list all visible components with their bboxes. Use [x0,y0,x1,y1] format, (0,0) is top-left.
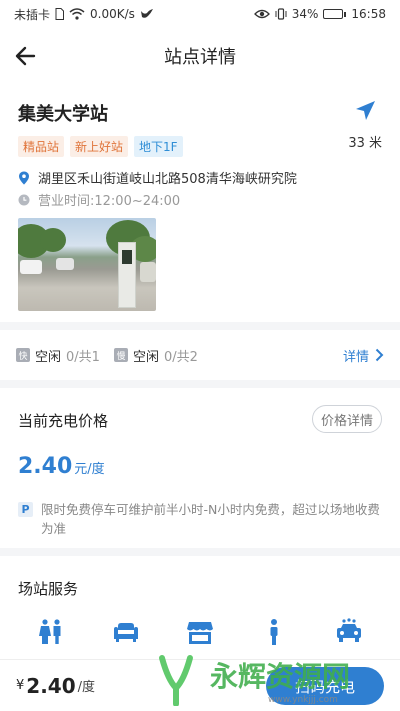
restroom-icon[interactable] [37,618,65,646]
station-tags: 精品站 新上好站 地下1F [18,136,183,157]
slow-charger-state: 空闲 [132,349,159,365]
network-speed: 0.00K/s [90,7,135,21]
sim-card-icon [55,8,65,20]
charger-detail-label: 详情 [342,349,369,365]
station-info-card: 集美大学站 33 米 精品站 新上好站 地下1F 湖里区禾山街道岐山北路508清… [0,84,400,322]
navigate-icon[interactable] [352,98,378,124]
car-wash-icon[interactable] [335,618,363,646]
fast-charger-state: 空闲 [35,349,62,365]
page-title: 站点详情 [164,47,236,68]
fast-charger-count: 0/共1 [66,349,100,365]
business-hours: 营业时间:12:00~24:00 [38,194,181,209]
services-card: 场站服务 [0,556,400,659]
price-value: 2.40 [18,454,73,479]
bottom-price-unit: /度 [77,680,96,695]
carrier-label: 未插卡 [14,7,51,22]
bird-notification-icon [140,9,153,18]
fast-charger-status: 快 空闲 0/共1 [16,346,100,365]
price-unit: 元/度 [74,462,105,477]
eye-icon [253,9,270,19]
fast-charge-badge: 快 [16,348,30,362]
battery-percent: 34% [291,7,319,21]
services-title: 场站服务 [18,580,79,598]
bottom-currency: ¥ [16,678,25,693]
hours-row: 营业时间:12:00~24:00 [18,190,180,209]
tag-floor: 地下1F [134,136,183,157]
wifi-icon [69,8,85,20]
station-photo[interactable] [18,218,156,311]
parking-note-text: 限时免费停车可维护前半小时-N小时内免费，超过以场地收费为准 [41,502,380,536]
battery-icon [323,9,347,19]
back-arrow-icon[interactable] [12,42,40,70]
clock-icon [18,194,30,205]
parking-icon: P [18,502,33,517]
person-icon[interactable] [260,618,288,646]
scan-to-charge-button[interactable]: 扫码充电 [266,667,384,705]
station-distance: 33 米 [348,136,382,151]
services-row [0,618,400,646]
address-row: 湖里区禾山街道岐山北路508清华海峡研究院 [18,168,297,187]
station-address: 湖里区禾山街道岐山北路508清华海峡研究院 [38,172,297,187]
parking-note: P 限时免费停车可维护前半小时-N小时内免费，超过以场地收费为准 [18,500,380,538]
tag-new: 新上好站 [70,136,129,157]
current-price: 2.40 元/度 [18,454,105,479]
bottom-bar: ¥ 2.40 /度 扫码充电 [0,659,400,711]
slow-charge-badge: 慢 [113,348,128,362]
clock: 16:58 [351,7,386,21]
slow-charger-count: 0/共2 [163,349,198,365]
navigation-bar: 站点详情 [0,28,400,84]
vibrate-icon [275,8,287,20]
price-section-title: 当前充电价格 [18,412,109,430]
shop-icon[interactable] [186,618,214,646]
bottom-price: 2.40 [26,673,76,698]
slow-charger-status: 慢 空闲 0/共2 [113,346,198,365]
tag-boutique: 精品站 [18,136,65,157]
price-detail-button[interactable]: 价格详情 [311,405,382,433]
charger-availability-bar: 快 空闲 0/共1 慢 空闲 0/共2 详情 [0,330,400,380]
status-bar: 未插卡 0.00K/s 34% 16:58 [0,0,400,28]
station-name: 集美大学站 [18,104,108,125]
price-card: 当前充电价格 价格详情 2.40 元/度 P 限时免费停车可维护前半小时-N小时… [0,388,400,548]
lounge-sofa-icon[interactable] [112,618,140,646]
charger-detail-link[interactable]: 详情 [343,346,384,365]
location-pin-icon [19,171,29,184]
chevron-right-icon [375,348,384,362]
